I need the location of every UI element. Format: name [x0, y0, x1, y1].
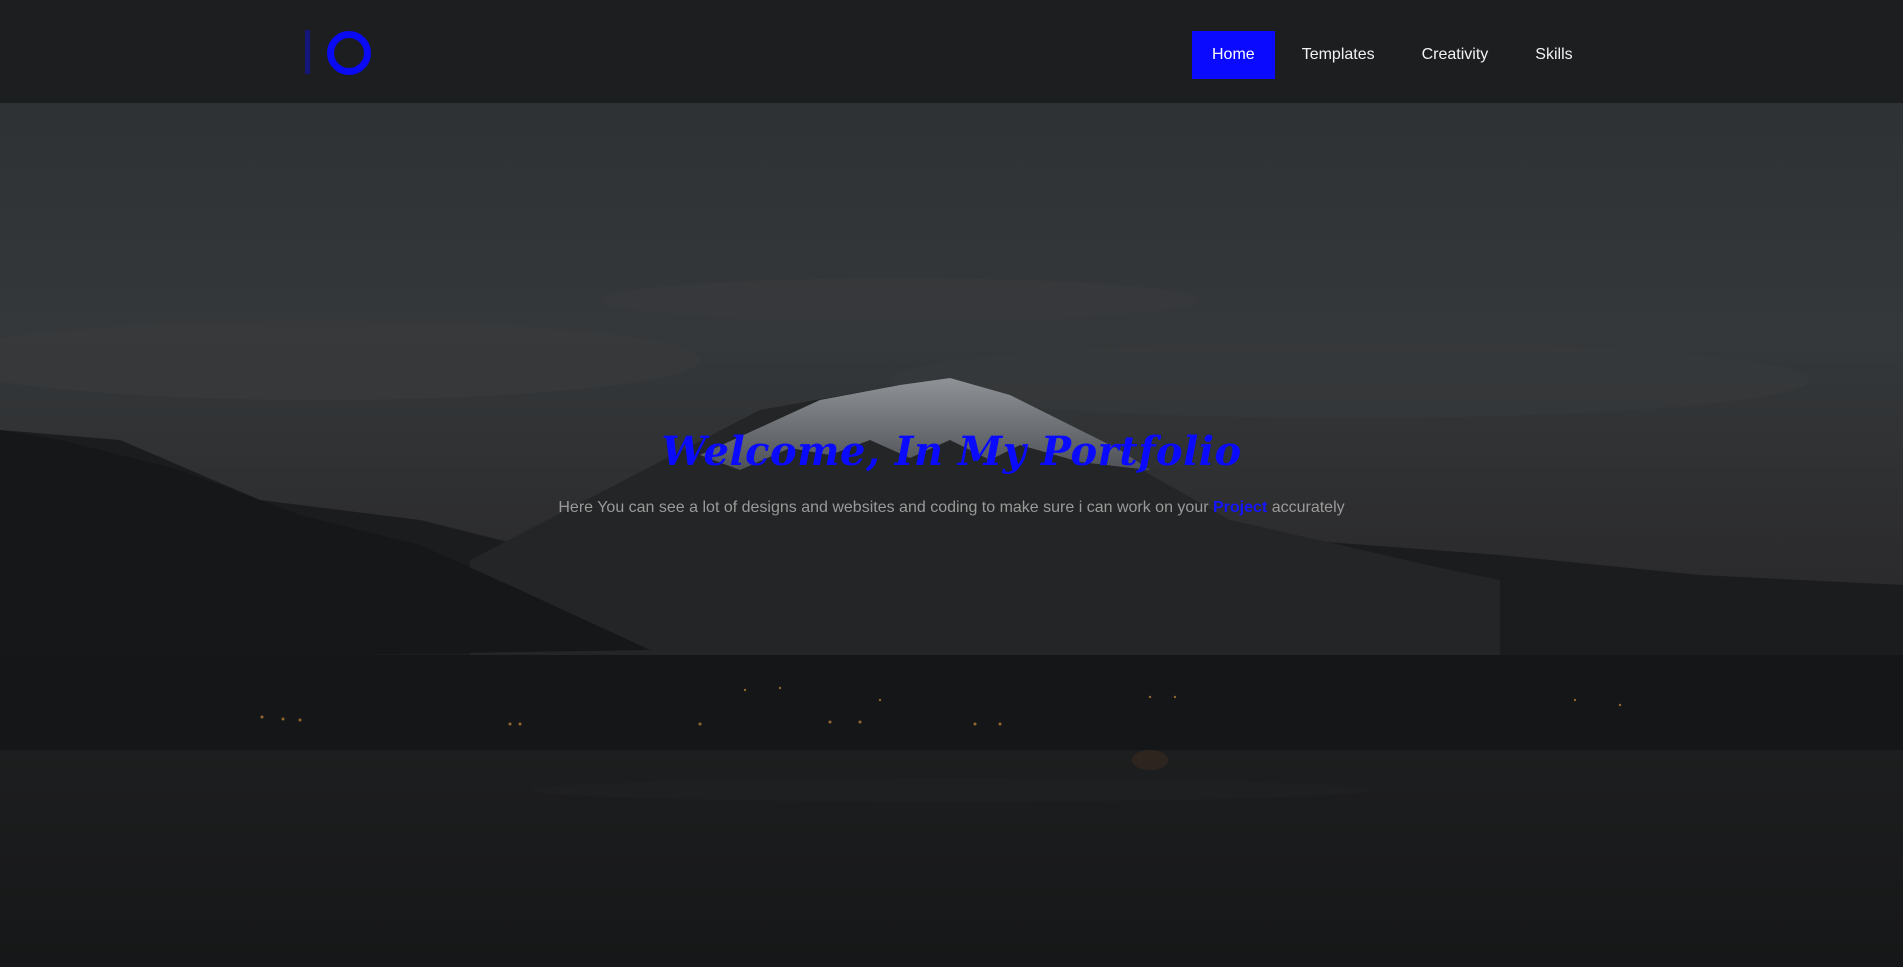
nav-templates-link[interactable]: Templates [1282, 31, 1395, 79]
hero-subtitle-text-end: accurately [1267, 499, 1345, 516]
nav-creativity-link[interactable]: Creativity [1402, 31, 1509, 79]
hero-title: Welcome, In My Portfolio [661, 428, 1242, 475]
mountain-background-image [0, 0, 1903, 967]
hero-subtitle: Here You can see a lot of designs and we… [0, 499, 1903, 517]
logo-bar-shape [305, 30, 310, 74]
top-navbar: Home Templates Creativity Skills [0, 0, 1903, 103]
main-nav: Home Templates Creativity Skills [1192, 31, 1593, 79]
logo-ring-shape [327, 31, 371, 75]
hero-section: Welcome, In My Portfolio Here You can se… [0, 0, 1903, 967]
logo-icon[interactable] [303, 28, 373, 76]
hero-subtitle-highlight: Project [1213, 499, 1268, 516]
nav-skills-link[interactable]: Skills [1515, 31, 1592, 79]
nav-home-link[interactable]: Home [1192, 31, 1275, 79]
hero-subtitle-text-start: Here You can see a lot of designs and we… [558, 499, 1213, 516]
